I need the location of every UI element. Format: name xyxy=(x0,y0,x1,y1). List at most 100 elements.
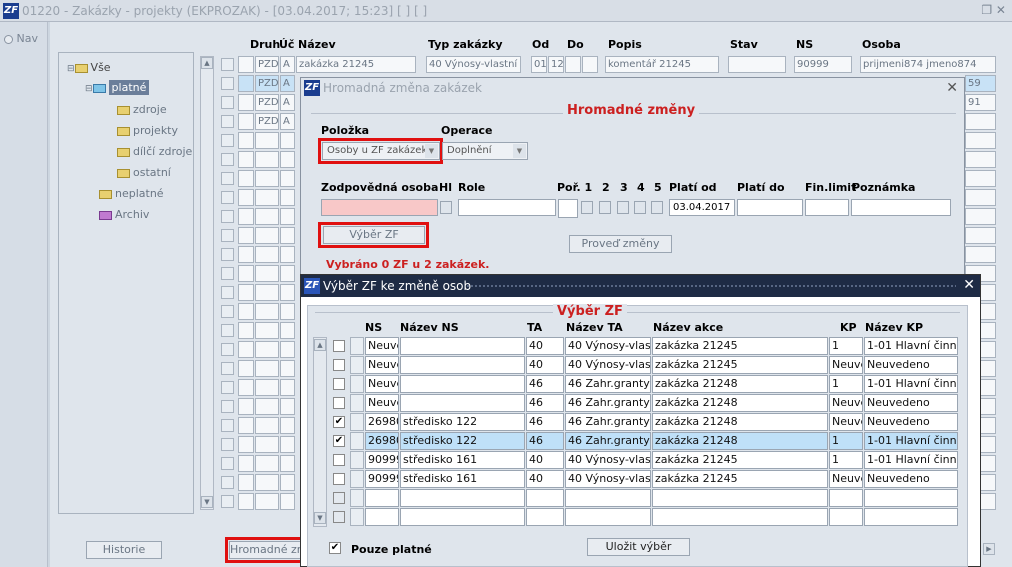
grid-cell[interactable]: PZD xyxy=(255,94,279,111)
row-marker[interactable] xyxy=(350,375,364,393)
grid-cell[interactable] xyxy=(255,417,279,434)
grid-cell[interactable] xyxy=(255,303,279,320)
grid-cell[interactable] xyxy=(582,56,598,73)
row-checkbox[interactable] xyxy=(221,267,234,280)
grid-cell[interactable] xyxy=(965,170,996,187)
zf-grid-cell[interactable]: 46 xyxy=(526,375,564,393)
grid-cell[interactable] xyxy=(255,227,279,244)
grid-cell[interactable] xyxy=(238,341,254,358)
zf-grid-cell[interactable] xyxy=(400,337,525,355)
row-select-checkbox[interactable] xyxy=(333,511,345,523)
grid-cell[interactable] xyxy=(255,455,279,472)
por-3-checkbox[interactable] xyxy=(599,201,611,214)
grid-cell[interactable]: 01 xyxy=(531,56,547,73)
close-icon[interactable]: ✕ xyxy=(963,277,975,293)
tree-item-platne[interactable]: ⊟ platné xyxy=(85,80,150,95)
grid-cell[interactable]: A xyxy=(280,94,295,111)
scroll-down-icon[interactable]: ▼ xyxy=(314,512,326,524)
grid-cell[interactable] xyxy=(255,493,279,510)
row-select-checkbox[interactable]: ✔ xyxy=(333,435,345,447)
zf-grid-cell[interactable] xyxy=(565,508,651,526)
zf-grid-cell[interactable]: Neuve xyxy=(829,413,863,431)
grid-cell[interactable] xyxy=(280,341,295,358)
zf-grid-cell[interactable]: 40 Výnosy-vlastní xyxy=(565,356,651,374)
zf-grid-cell[interactable]: zakázka 21245 xyxy=(652,470,828,488)
zf-grid-cell[interactable]: Neuve xyxy=(829,356,863,374)
grid-cell[interactable] xyxy=(238,303,254,320)
zf-grid-cell[interactable]: Neuvedeno xyxy=(864,356,958,374)
grid-cell[interactable] xyxy=(255,341,279,358)
grid-cell[interactable]: A xyxy=(280,75,295,92)
grid-cell[interactable]: prijmeni874 jmeno874 xyxy=(860,56,996,73)
zf-grid-cell[interactable]: 46 xyxy=(526,394,564,412)
grid-cell[interactable]: 40 Výnosy-vlastní xyxy=(426,56,521,73)
tree-item-archiv[interactable]: Archiv xyxy=(99,208,149,221)
zf-grid-cell[interactable] xyxy=(400,394,525,412)
zf-grid-cell[interactable]: 26980 xyxy=(365,413,399,431)
zf-grid-cell[interactable] xyxy=(565,489,651,507)
zf-grid-cell[interactable]: zakázka 21245 xyxy=(652,356,828,374)
tree-item-zdroje[interactable]: zdroje xyxy=(117,103,167,116)
grid-cell[interactable] xyxy=(565,56,581,73)
zf-grid-cell[interactable] xyxy=(526,489,564,507)
grid-cell[interactable]: zakázka 21245 xyxy=(296,56,416,73)
row-select-checkbox[interactable] xyxy=(333,340,345,352)
zf-grid-cell[interactable]: zakázka 21248 xyxy=(652,432,828,450)
grid-cell[interactable] xyxy=(238,132,254,149)
grid-cell[interactable]: A xyxy=(280,113,295,130)
grid-cell[interactable] xyxy=(238,151,254,168)
zodpovedna-osoba-input[interactable] xyxy=(321,199,438,216)
row-checkbox[interactable] xyxy=(221,400,234,413)
zf-grid-cell[interactable]: Neuvedeno xyxy=(864,470,958,488)
grid-cell[interactable] xyxy=(965,132,996,149)
close-icon[interactable]: ✕ xyxy=(946,80,958,96)
grid-cell[interactable] xyxy=(238,322,254,339)
row-checkbox[interactable] xyxy=(221,58,234,71)
grid-cell[interactable] xyxy=(280,227,295,244)
grid-cell[interactable]: 90999 xyxy=(794,56,852,73)
row-select-checkbox[interactable] xyxy=(333,378,345,390)
row-checkbox[interactable] xyxy=(221,476,234,489)
zf-grid-cell[interactable]: Neuve xyxy=(365,356,399,374)
tree-item-neplatne[interactable]: neplatné xyxy=(99,187,164,200)
por-4-checkbox[interactable] xyxy=(617,201,629,214)
grid-cell[interactable] xyxy=(280,151,295,168)
zf-grid-cell[interactable]: 1-01 Hlavní činnost xyxy=(864,337,958,355)
zf-grid-cell[interactable] xyxy=(829,489,863,507)
zf-grid-cell[interactable]: zakázka 21248 xyxy=(652,375,828,393)
operace-select[interactable]: Doplnění ▼ xyxy=(442,142,528,160)
tree-item-ostatni[interactable]: ostatní xyxy=(117,166,171,179)
pouze-platne-checkbox[interactable]: ✔ xyxy=(329,542,341,554)
zf-grid-cell[interactable]: 40 xyxy=(526,470,564,488)
zf-grid-cell[interactable] xyxy=(652,508,828,526)
grid-cell[interactable] xyxy=(255,398,279,415)
zf-grid-cell[interactable]: Neuvedeno xyxy=(864,394,958,412)
row-checkbox[interactable] xyxy=(221,362,234,375)
row-marker[interactable] xyxy=(350,337,364,355)
plati-od-input[interactable]: 03.04.2017 xyxy=(669,199,735,216)
grid-cell[interactable] xyxy=(965,151,996,168)
grid-cell[interactable] xyxy=(965,227,996,244)
grid-cell[interactable] xyxy=(280,398,295,415)
zf-grid-cell[interactable]: 1 xyxy=(829,432,863,450)
zf-grid-cell[interactable] xyxy=(526,508,564,526)
grid-cell[interactable] xyxy=(238,208,254,225)
row-checkbox[interactable] xyxy=(221,210,234,223)
row-checkbox[interactable] xyxy=(221,248,234,261)
grid-cell[interactable] xyxy=(238,246,254,263)
row-checkbox[interactable] xyxy=(221,381,234,394)
grid-cell[interactable] xyxy=(255,170,279,187)
grid-cell[interactable] xyxy=(280,246,295,263)
zf-grid-cell[interactable] xyxy=(400,356,525,374)
grid-cell[interactable] xyxy=(280,170,295,187)
proved-zmeny-button[interactable]: Proveď změny xyxy=(569,235,672,253)
grid-cell[interactable] xyxy=(280,417,295,434)
row-checkbox[interactable] xyxy=(221,305,234,318)
grid-cell[interactable] xyxy=(255,322,279,339)
grid-cell[interactable] xyxy=(238,189,254,206)
zf-grid-cell[interactable]: 40 xyxy=(526,451,564,469)
zf-grid-cell[interactable]: zakázka 21248 xyxy=(652,394,828,412)
grid-cell[interactable] xyxy=(728,56,786,73)
grid-cell[interactable]: 12 xyxy=(548,56,564,73)
grid-cell[interactable] xyxy=(238,474,254,491)
